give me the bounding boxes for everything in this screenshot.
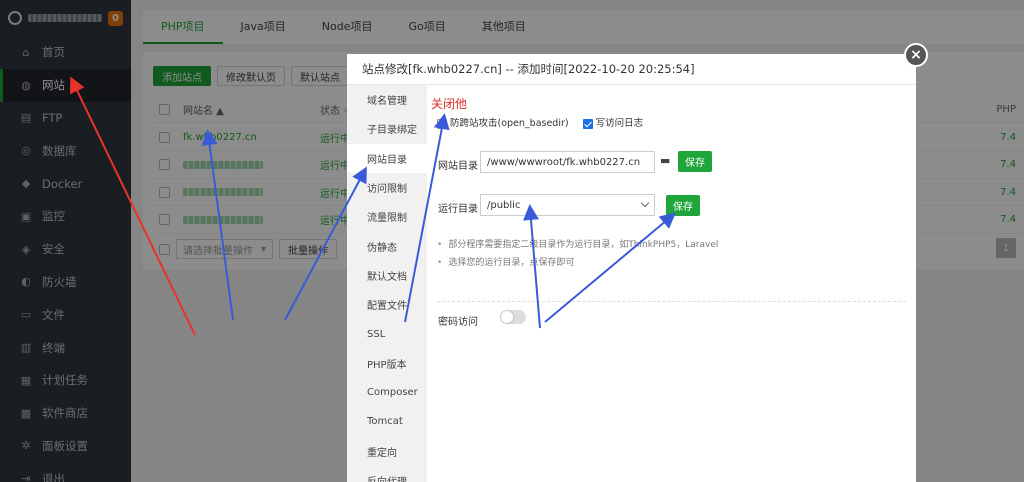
site-edit-modal: 站点修改[fk.whb0227.cn] -- 添加时间[2022-10-20 2…: [347, 54, 916, 482]
basedir-option[interactable]: 防跨站攻击(open_basedir): [437, 115, 569, 129]
modal-menu-item-8[interactable]: SSL: [347, 319, 427, 348]
modal-menu-item-1[interactable]: 子目录绑定: [347, 114, 427, 143]
basedir-checkbox[interactable]: [437, 118, 447, 129]
modal-menu-item-5[interactable]: 伪静态: [347, 231, 427, 260]
basedir-label: 防跨站攻击(open_basedir): [450, 118, 569, 129]
modal-menu-item-10[interactable]: Composer: [347, 378, 427, 407]
save-run-dir-button[interactable]: 保存: [666, 195, 700, 216]
password-access-toggle[interactable]: [500, 310, 526, 324]
tip-1: 部分程序需要指定二级目录作为运行目录，如ThinkPHP5，Laravel: [437, 237, 718, 250]
password-access-label: 密码访问: [438, 317, 478, 328]
modal-menu-item-9[interactable]: PHP版本: [347, 349, 427, 378]
modal-menu-item-2[interactable]: 网站目录: [347, 143, 427, 173]
log-label: 写访问日志: [595, 118, 644, 129]
modal-menu-item-4[interactable]: 流量限制: [347, 202, 427, 231]
site-dir-label: 网站目录: [438, 161, 478, 172]
modal-menu-item-12[interactable]: 重定向: [347, 437, 427, 466]
run-dir-value: /public: [487, 199, 521, 211]
save-site-dir-button[interactable]: 保存: [678, 151, 712, 172]
modal-menu-item-0[interactable]: 域名管理: [347, 85, 427, 114]
log-checkbox[interactable]: [582, 118, 593, 129]
modal-content: 关闭他 防跨站攻击(open_basedir) 写访问日志 网站目录 /www/…: [427, 85, 916, 482]
folder-icon[interactable]: ▬: [660, 154, 670, 167]
chevron-down-icon: [640, 198, 650, 208]
site-dir-value: /www/wwwroot/fk.whb0227.cn: [487, 156, 641, 168]
divider: [437, 301, 906, 302]
modal-menu-item-13[interactable]: 反向代理: [347, 466, 427, 482]
site-dir-input[interactable]: /www/wwwroot/fk.whb0227.cn: [480, 151, 655, 173]
log-option[interactable]: 写访问日志: [582, 115, 644, 129]
modal-menu-item-11[interactable]: Tomcat: [347, 407, 427, 436]
modal-menu-item-6[interactable]: 默认文档: [347, 261, 427, 290]
close-icon[interactable]: ×: [904, 43, 928, 67]
tip-2: 选择您的运行目录，点保存即可: [437, 255, 574, 268]
modal-menu: 域名管理 子目录绑定 网站目录 访问限制 流量限制 伪静态 默认文档 配置文件 SSL PHP版本…: [347, 85, 427, 482]
modal-title: 站点修改[fk.whb0227.cn] -- 添加时间[2022-10-20 2…: [347, 54, 916, 85]
run-dir-select[interactable]: /public: [480, 194, 655, 216]
option-row: 防跨站攻击(open_basedir) 写访问日志: [437, 115, 643, 129]
annotation-note: 关闭他: [431, 97, 468, 111]
modal-menu-item-3[interactable]: 访问限制: [347, 173, 427, 202]
modal-menu-item-7[interactable]: 配置文件: [347, 290, 427, 319]
run-dir-label: 运行目录: [438, 204, 478, 215]
